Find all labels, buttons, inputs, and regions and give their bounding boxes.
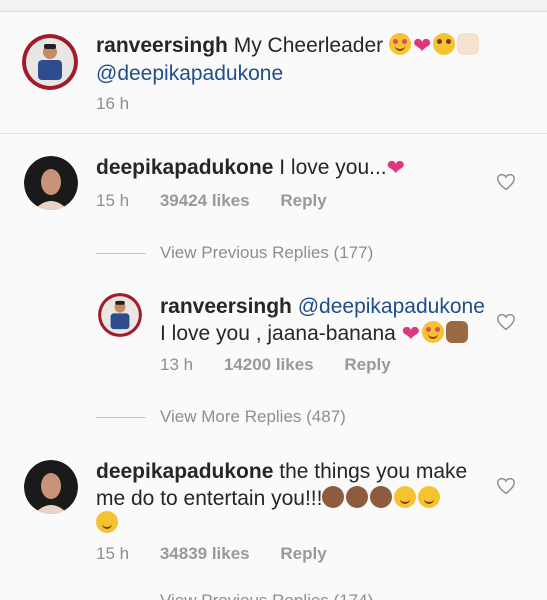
comment-username[interactable]: deepikapadukone	[96, 156, 273, 179]
comment-3-line-2: me do to entertain you!!!	[96, 485, 442, 513]
pink-heart-emoji-icon: ❤	[401, 321, 421, 346]
reply-button[interactable]: Reply	[344, 355, 390, 374]
avatar[interactable]	[98, 293, 142, 337]
comment-3-line-3	[96, 510, 120, 538]
comment-1-line: deepikapadukone I love you...❤	[96, 154, 407, 182]
caption-text: My Cheerleader	[233, 34, 384, 57]
likes-count[interactable]: 14200 likes	[224, 355, 314, 374]
caption-line-1: ranveersingh My Cheerleader ❤	[96, 32, 536, 60]
like-heart-icon[interactable]	[496, 173, 516, 191]
comment-text: I love you...	[279, 156, 387, 179]
avatar[interactable]	[24, 156, 78, 210]
pink-heart-emoji-icon: ❤	[412, 33, 432, 58]
reply-meta: 13 h 14200 likes Reply	[160, 355, 391, 375]
comment-time: 15 h	[96, 544, 130, 563]
folded-hands-emoji-icon	[446, 321, 469, 343]
caption-mention[interactable]: @deepikapadukone	[96, 62, 283, 85]
likes-count[interactable]: 39424 likes	[160, 191, 250, 210]
see-no-evil-monkey-emoji-icon	[370, 486, 393, 508]
likes-count[interactable]: 34839 likes	[160, 544, 250, 563]
reply-line-2: I love you , jaana-banana ❤	[160, 320, 470, 348]
comment-time: 15 h	[96, 191, 130, 210]
view-previous-replies[interactable]: View Previous Replies (177)	[160, 243, 373, 263]
heart-eyes-emoji-icon	[388, 33, 411, 55]
avatar[interactable]	[22, 34, 78, 90]
kissing-emoji-icon	[433, 33, 456, 55]
like-heart-icon[interactable]	[496, 313, 516, 331]
comment-meta: 15 h 34839 likes Reply	[96, 544, 327, 564]
reply-mention[interactable]: @deepikapadukone	[298, 295, 485, 318]
comment-text: me do to entertain you!!!	[96, 487, 323, 510]
view-more-replies[interactable]: View More Replies (487)	[160, 407, 346, 427]
post-caption: ranveersingh My Cheerleader ❤ @deepikapa…	[0, 12, 547, 134]
divider	[96, 253, 146, 254]
like-heart-icon[interactable]	[496, 477, 516, 495]
reply-line-1: ranveersingh @deepikapadukone	[160, 293, 485, 321]
grinning-emoji-icon	[96, 511, 118, 533]
reply-username[interactable]: ranveersingh	[160, 295, 292, 318]
folded-hands-emoji-icon	[457, 33, 480, 55]
reply-text: I love you , jaana-banana	[160, 322, 396, 345]
reply-time: 13 h	[160, 355, 194, 374]
caption-username[interactable]: ranveersingh	[96, 34, 228, 57]
heart-eyes-emoji-icon	[422, 321, 445, 343]
see-no-evil-monkey-emoji-icon	[346, 486, 369, 508]
caption-line-2: @deepikapadukone	[96, 60, 283, 88]
reply-button[interactable]: Reply	[280, 544, 326, 563]
comment-3-line-1: deepikapadukone the things you make	[96, 458, 467, 486]
top-edge	[0, 0, 547, 12]
grinning-emoji-icon	[418, 486, 441, 508]
pink-heart-emoji-icon: ❤	[386, 155, 406, 180]
reply-button[interactable]: Reply	[280, 191, 326, 210]
comment-text: the things you make	[279, 460, 468, 483]
comment-meta: 15 h 39424 likes Reply	[96, 191, 327, 211]
comment-username[interactable]: deepikapadukone	[96, 460, 273, 483]
divider	[96, 417, 146, 418]
caption-time: 16 h	[96, 94, 130, 113]
view-previous-replies-bottom[interactable]: View Previous Replies (174)	[160, 591, 373, 600]
see-no-evil-monkey-emoji-icon	[322, 486, 345, 508]
grinning-emoji-icon	[394, 486, 417, 508]
avatar[interactable]	[24, 460, 78, 514]
